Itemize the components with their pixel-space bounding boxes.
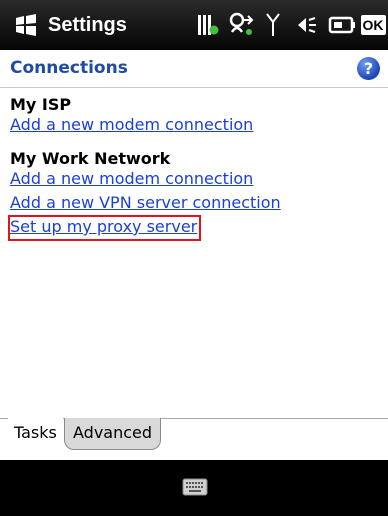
help-icon[interactable]: ? xyxy=(357,57,380,80)
network-sync-icon[interactable] xyxy=(226,0,258,50)
connections-list: My ISP Add a new modem connection My Wor… xyxy=(0,89,388,429)
speaker-icon[interactable] xyxy=(292,0,320,50)
keyboard-icon[interactable] xyxy=(182,478,208,496)
ok-button[interactable]: OK xyxy=(360,0,386,50)
link-isp-add-modem[interactable]: Add a new modem connection xyxy=(10,115,253,134)
link-work-add-vpn[interactable]: Add a new VPN server connection xyxy=(10,193,281,212)
battery-icon[interactable] xyxy=(326,0,358,50)
bottom-bar xyxy=(0,460,388,516)
windows-flag-icon[interactable] xyxy=(14,14,38,36)
tab-strip: Tasks Advanced xyxy=(0,418,388,460)
app-title: Settings xyxy=(48,14,127,36)
tab-tasks[interactable]: Tasks xyxy=(8,418,63,450)
battery-charging-icon[interactable] xyxy=(194,0,222,50)
page-title: Connections xyxy=(10,58,128,78)
title-bar: Settings OK xyxy=(0,0,388,50)
group-heading-my-isp: My ISP xyxy=(10,95,72,114)
link-work-add-modem[interactable]: Add a new modem connection xyxy=(10,169,253,188)
group-heading-my-work-network: My Work Network xyxy=(10,149,171,168)
section-header: Connections ? xyxy=(0,50,388,88)
ok-label: OK xyxy=(360,15,386,35)
signal-antenna-icon[interactable] xyxy=(262,0,284,50)
tab-advanced[interactable]: Advanced xyxy=(64,418,162,450)
highlight-box xyxy=(8,215,201,241)
